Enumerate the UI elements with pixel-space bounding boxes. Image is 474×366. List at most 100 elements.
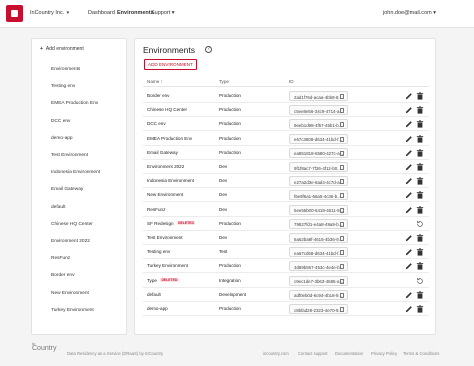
delete-icon[interactable] [416, 191, 424, 199]
sidebar-item[interactable]: EMEA Production Env [51, 101, 98, 106]
env-id-field[interactable]: adf0eb0d-6c94-4b18-9... [289, 289, 348, 300]
footer-link-privacy[interactable]: Privacy Policy [371, 351, 397, 356]
add-environment-link[interactable]: + Add environment [40, 46, 84, 52]
copy-icon[interactable] [340, 207, 344, 213]
env-id-field[interactable]: 6a62ba8f-4615-4b36-9... [289, 233, 348, 243]
copy-icon[interactable] [340, 165, 344, 170]
table-row[interactable]: SF Redesign DELETED Production 79827fd1-e4a… [143, 217, 429, 231]
copy-icon[interactable] [340, 307, 344, 312]
copy-icon[interactable] [340, 122, 344, 128]
sidebar-item[interactable]: Chinese HQ Center [51, 222, 93, 227]
env-id-field[interactable]: c5ee8e56-34c9-4714-a... [289, 105, 348, 116]
env-id-field[interactable]: 79827fd1-e4a8-49a9-b... [289, 218, 348, 229]
copy-icon[interactable] [340, 264, 344, 270]
delete-icon[interactable] [416, 120, 424, 128]
copy-icon[interactable] [340, 250, 344, 256]
sidebar-item[interactable]: demo-app [51, 136, 73, 141]
sidebar-item[interactable]: DCC env [51, 119, 70, 124]
env-id-field[interactable]: ea67cd68-d634-41bd-f... [289, 247, 348, 258]
table-row[interactable]: Chinese HQ Center Production c5ee8e56-34c9… [143, 103, 429, 118]
table-row[interactable]: Test Environment Dev 6a62ba8f-4615-4b36-9.… [143, 231, 429, 245]
org-switcher[interactable]: InCountry Inc. ▾ [30, 10, 69, 16]
copy-icon[interactable] [340, 150, 344, 156]
table-row[interactable]: default Development adf0eb0d-6c94-4b18-9..… [143, 288, 429, 302]
delete-icon[interactable] [416, 305, 424, 313]
sidebar-item[interactable]: Environments [51, 67, 80, 72]
nav-support[interactable]: Support ▾ [151, 10, 175, 16]
footer-link-docs[interactable]: Documentation [335, 351, 363, 356]
sidebar-item[interactable]: default [51, 205, 65, 210]
restore-icon[interactable] [416, 220, 424, 228]
edit-icon[interactable] [405, 92, 413, 100]
column-name[interactable]: Name ↑ [147, 79, 163, 84]
edit-icon[interactable] [405, 248, 413, 256]
restore-icon[interactable] [416, 277, 424, 285]
delete-icon[interactable] [416, 149, 424, 157]
table-row[interactable]: EMEA Production Env Production e67c3808-d6… [143, 132, 429, 146]
sidebar-item[interactable]: Turkey Environment [51, 308, 94, 313]
footer-link-contact[interactable]: Contact support [298, 351, 328, 356]
env-id-field[interactable]: 3d89b567-453c-4e4e-b... [289, 261, 348, 272]
copy-icon[interactable] [340, 179, 344, 185]
copy-icon[interactable] [340, 108, 344, 114]
delete-icon[interactable] [416, 205, 424, 214]
edit-icon[interactable] [405, 234, 413, 242]
edit-icon[interactable] [405, 135, 413, 143]
env-id-field[interactable]: ea851818-6580-427c-a... [289, 147, 348, 158]
help-icon[interactable]: ? [205, 46, 212, 53]
sidebar-item[interactable]: New Environment [51, 291, 89, 296]
copy-icon[interactable] [340, 278, 344, 284]
table-row[interactable]: DCC env Production 9eeb1d98-4f57-45b1-b... [143, 117, 429, 132]
table-row[interactable]: Indonesia Environment Dev e27a2d3e-6ad4-4c… [143, 174, 429, 189]
env-id-field[interactable]: 9f1f8ac7-7f26-4f12-b0... [289, 162, 348, 172]
edit-icon[interactable] [405, 262, 413, 270]
edit-icon[interactable] [405, 191, 413, 199]
add-environment-button[interactable]: ADD ENVIRONMENT [144, 59, 197, 70]
table-row[interactable]: Email Gateway Production ea851818-6580-427… [143, 146, 429, 160]
delete-icon[interactable] [416, 134, 424, 143]
sidebar-item[interactable]: Indonesia Environment [51, 170, 100, 175]
delete-icon[interactable] [416, 248, 424, 256]
table-row[interactable]: Type DELETED Integration c9ec1de7-3b63-4685… [143, 274, 429, 288]
table-row[interactable]: New Environment Dev f6e9f6a1-66a5-4c36-b..… [143, 188, 429, 203]
footer-link-incountry[interactable]: incountry.com [263, 351, 289, 356]
delete-icon[interactable] [416, 291, 424, 299]
copy-icon[interactable] [340, 136, 344, 142]
table-row[interactable]: ResFunz Dev 5ee55b00-6418-4611-9... [143, 203, 429, 217]
sidebar-item[interactable]: Environment 2022 [51, 239, 90, 244]
table-row[interactable]: Environment 2022 Dev 9f1f8ac7-7f26-4f12-b0… [143, 160, 429, 174]
copy-icon[interactable] [340, 221, 344, 227]
footer-link-terms[interactable]: Terms & Conditions [403, 351, 439, 356]
env-id-field[interactable]: e67c3808-d634-41bd-f... [289, 133, 348, 144]
copy-icon[interactable] [340, 236, 344, 241]
sidebar-item[interactable]: ResFunz [51, 256, 70, 261]
env-id-field[interactable]: f6e9f6a1-66a5-4c36-b... [289, 190, 348, 201]
env-id-field[interactable]: e27a2d3e-6ad4-4c7d-a... [289, 176, 348, 187]
delete-icon[interactable] [416, 234, 424, 242]
env-id-field[interactable]: c9ec1de7-3b63-4685-a... [289, 275, 348, 286]
delete-icon[interactable] [416, 163, 424, 171]
nav-dashboard[interactable]: Dashboard [88, 10, 115, 16]
edit-icon[interactable] [405, 206, 413, 214]
env-id-field[interactable]: 9eeb1d98-4f57-45b1-b... [289, 119, 348, 130]
table-row[interactable]: demo-app Production c8bfad28-2323-4e70-9..… [143, 302, 429, 316]
delete-icon[interactable] [416, 92, 424, 100]
table-row[interactable]: Testing env Test ea67cd68-d634-41bd-f... [143, 245, 429, 260]
sidebar-item[interactable]: Test Environment [51, 153, 88, 158]
edit-icon[interactable] [405, 120, 413, 128]
env-id-field[interactable]: 2ad1f76d-acaa-4bb8-8... [289, 91, 348, 101]
sidebar-item[interactable]: Border env [51, 273, 74, 278]
incountry-logo-icon[interactable] [6, 5, 23, 22]
edit-icon[interactable] [405, 177, 413, 185]
edit-icon[interactable] [405, 291, 413, 299]
edit-icon[interactable] [405, 163, 413, 171]
env-id-field[interactable]: 5ee55b00-6418-4611-9... [289, 204, 348, 215]
copy-icon[interactable] [340, 193, 344, 199]
table-row[interactable]: Turkey Environment Production 3d89b567-453… [143, 259, 429, 274]
table-row[interactable]: Border env Production 2ad1f76d-acaa-4bb8-8… [143, 89, 429, 103]
sidebar-item[interactable]: Email Gateway [51, 187, 83, 192]
sidebar-item[interactable]: Testing env [51, 84, 75, 89]
delete-icon[interactable] [416, 177, 424, 185]
env-id-field[interactable]: c8bfad28-2323-4e70-9... [289, 304, 348, 314]
delete-icon[interactable] [416, 106, 424, 114]
